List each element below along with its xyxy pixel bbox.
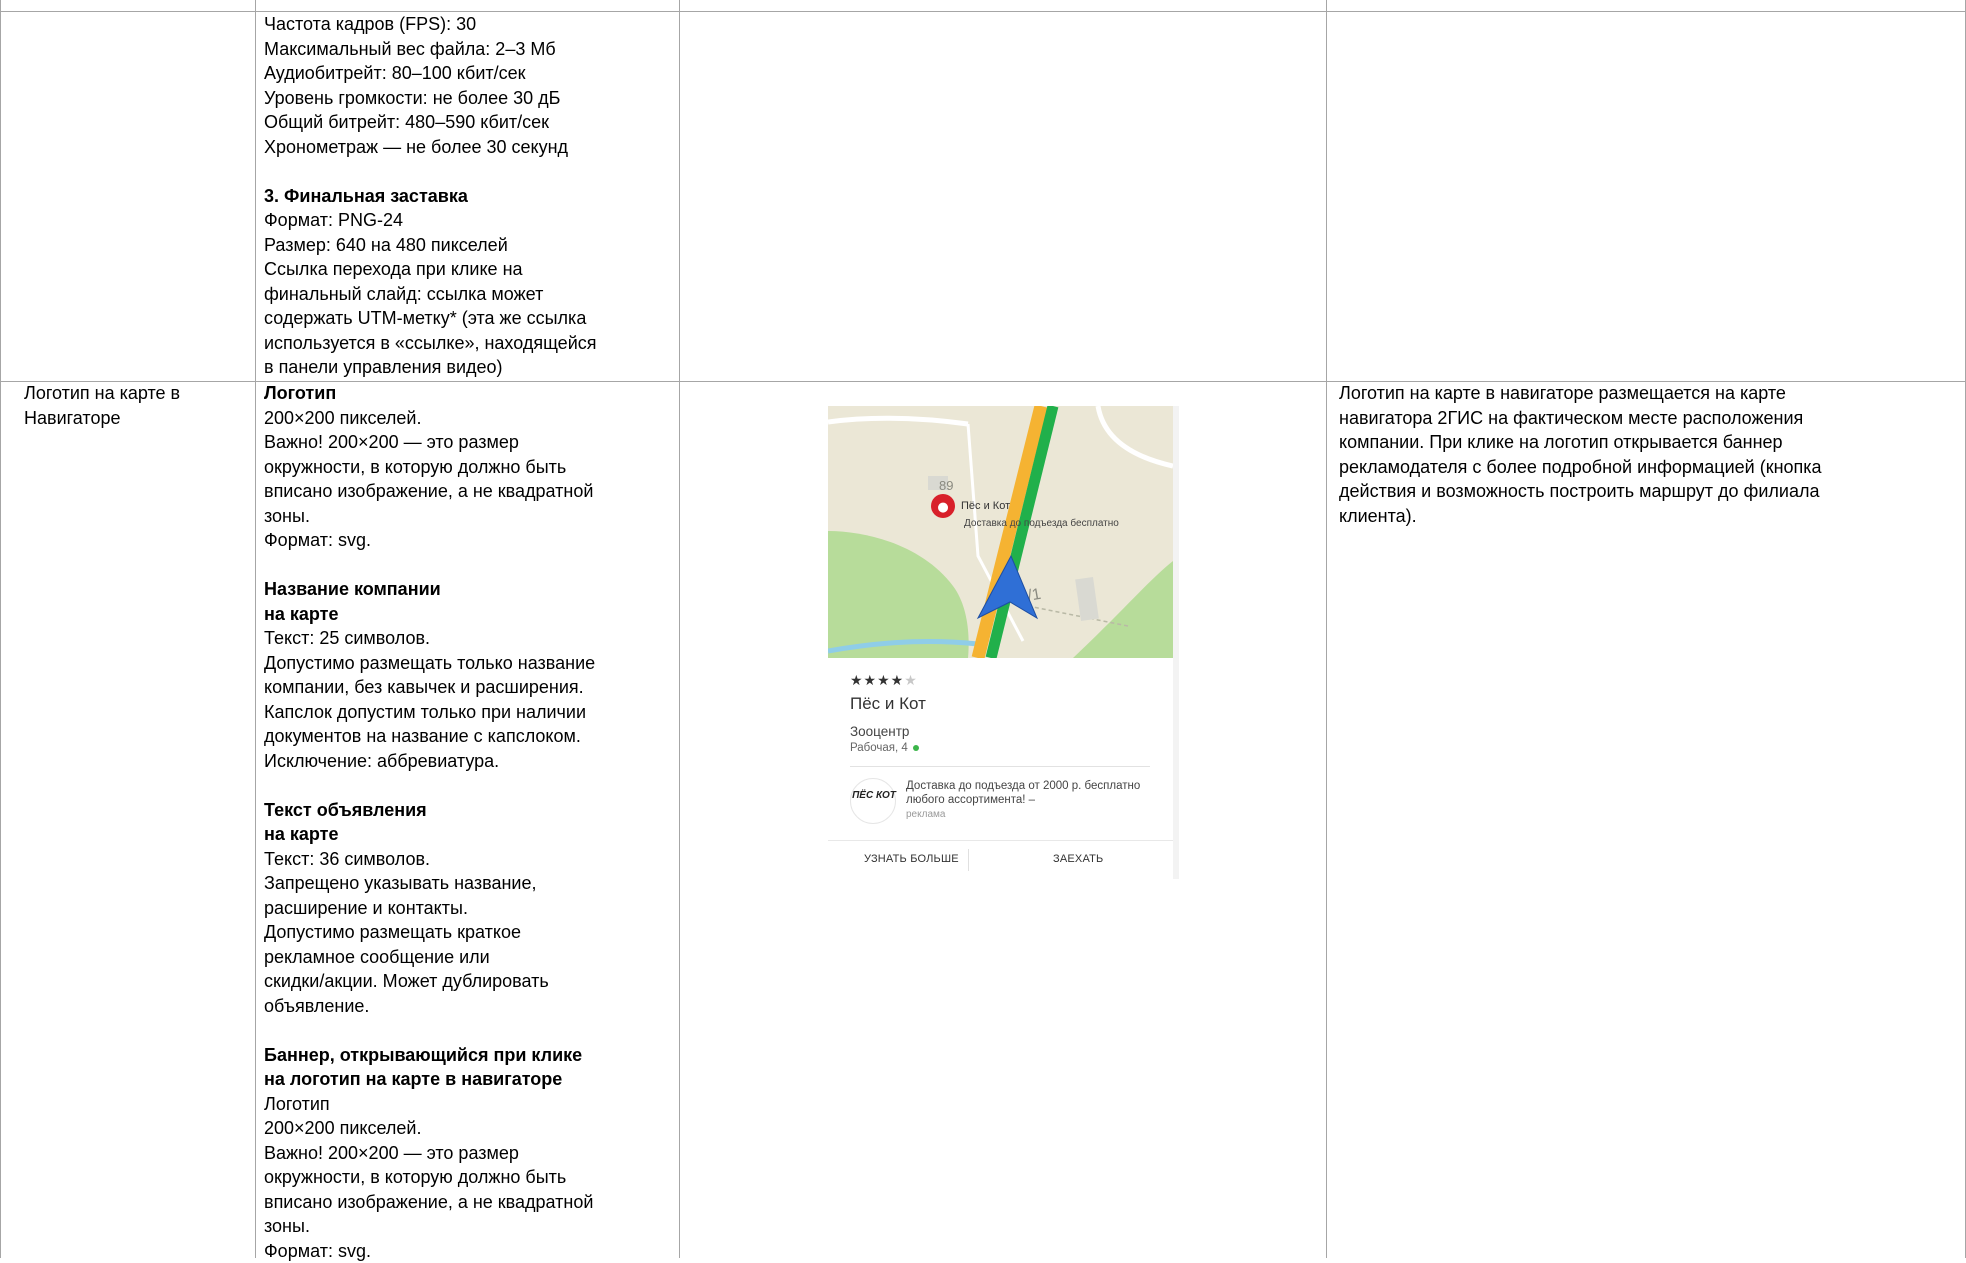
spec-line: Текст: 36 символов.	[264, 847, 674, 872]
spec-line: 200×200 пикселей.	[264, 1116, 674, 1141]
spec-line: Текст: 25 символов.	[264, 626, 674, 651]
spec-line: документов на название с капслоком.	[264, 724, 674, 749]
col-border-left	[0, 0, 1, 1258]
description-line: навигатора 2ГИС на фактическом месте рас…	[1339, 406, 1959, 431]
spec-line: 200×200 пикселей.	[264, 406, 674, 431]
description-line: рекламодателя с более подробной информац…	[1339, 455, 1959, 480]
spec-line: компании, без кавычек и расширения.	[264, 675, 674, 700]
row2-spec-cell: Логотип 200×200 пикселей. Важно! 200×200…	[264, 381, 674, 1263]
description-line: компании. При клике на логотип открывает…	[1339, 430, 1959, 455]
section-heading: на логотип на карте в навигаторе	[264, 1069, 562, 1089]
spec-line: Запрещено указывать название,	[264, 871, 674, 896]
spec-line: Формат: PNG-24	[264, 208, 674, 233]
spec-line: Уровень громкости: не более 30 дБ	[264, 86, 674, 111]
spec-line: в панели управления видео)	[264, 355, 674, 380]
company-address: Рабочая, 4	[850, 742, 919, 754]
divider	[850, 766, 1150, 767]
ad-text: Доставка до подъезда от 2000 р. бесплатн…	[906, 779, 1156, 807]
spec-line: Допустимо размещать только название	[264, 651, 674, 676]
section-heading: на карте	[264, 824, 339, 844]
row2-description-cell: Логотип на карте в навигаторе размещаетс…	[1339, 381, 1959, 528]
spec-line: Максимальный вес файла: 2–3 Мб	[264, 37, 674, 62]
section-heading: 3. Финальная заставка	[264, 186, 468, 206]
navigator-screenshot: 89 34/1 ● Пёс и Кот Доставка до подъезда…	[828, 406, 1179, 879]
visit-button[interactable]: ЗАЕХАТЬ	[1053, 853, 1103, 865]
spec-line: используется в «ссылке», находящейся	[264, 331, 674, 356]
section-heading: Название компании	[264, 579, 441, 599]
spec-line: Размер: 640 на 480 пикселей	[264, 233, 674, 258]
house-number: 89	[939, 478, 953, 493]
spec-line: зоны.	[264, 504, 674, 529]
spec-line: Допустимо размещать краткое	[264, 920, 674, 945]
spec-line: окружности, в которую должно быть	[264, 1165, 674, 1190]
section-heading: на карте	[264, 604, 339, 624]
company-name: Пёс и Кот	[850, 694, 926, 714]
company-category: Зооцентр	[850, 724, 909, 739]
spec-line: Формат: svg.	[264, 528, 674, 553]
rating-stars: ★★★★★	[850, 672, 918, 689]
divider	[968, 849, 969, 871]
company-banner-card: ★★★★★ Пёс и Кот Зооцентр Рабочая, 4 ПЁС …	[828, 658, 1173, 879]
spec-line: вписано изображение, а не квадратной	[264, 1190, 674, 1215]
product-name: Логотип на карте в	[24, 381, 252, 406]
col-border-2	[679, 0, 680, 1258]
col-border-3	[1326, 0, 1327, 1258]
open-status-dot-icon	[913, 745, 919, 751]
description-line: действия и возможность построить маршрут…	[1339, 479, 1959, 504]
card-actions: УЗНАТЬ БОЛЬШЕ ЗАЕХАТЬ	[828, 840, 1173, 879]
section-heading: Текст объявления	[264, 800, 427, 820]
spec-line: Важно! 200×200 — это размер	[264, 1141, 674, 1166]
description-line: Логотип на карте в навигаторе размещаетс…	[1339, 381, 1959, 406]
spec-line: скидки/акции. Может дублировать	[264, 969, 674, 994]
spec-line: Ссылка перехода при клике на	[264, 257, 674, 282]
spec-line: зоны.	[264, 1214, 674, 1239]
spec-line: Частота кадров (FPS): 30	[264, 12, 674, 37]
spec-line: окружности, в которую должно быть	[264, 455, 674, 480]
ad-tag: реклама	[906, 809, 945, 820]
paw-icon: ●	[937, 500, 948, 515]
pin-sublabel: Доставка до подъезда бесплатно	[964, 517, 1119, 529]
row1-spec-cell: Частота кадров (FPS): 30 Максимальный ве…	[264, 12, 674, 380]
description-line: клиента).	[1339, 504, 1959, 529]
spec-line: Капслок допустим только при наличии	[264, 700, 674, 725]
spec-line: Аудиобитрейт: 80–100 кбит/сек	[264, 61, 674, 86]
spec-line: Исключение: аббревиатура.	[264, 749, 674, 774]
company-logo: ПЁС КОТ	[850, 778, 896, 824]
row2-name-cell: Логотип на карте в Навигаторе	[24, 381, 252, 430]
spec-line: расширение и контакты.	[264, 896, 674, 921]
section-heading: Логотип	[264, 383, 336, 403]
spec-line: Важно! 200×200 — это размер	[264, 430, 674, 455]
learn-more-button[interactable]: УЗНАТЬ БОЛЬШЕ	[864, 853, 959, 865]
spec-line: Логотип	[264, 1092, 674, 1117]
spec-line: Формат: svg.	[264, 1239, 674, 1263]
spec-line: Общий битрейт: 480–590 кбит/сек	[264, 110, 674, 135]
spec-line: рекламное сообщение или	[264, 945, 674, 970]
col-border-1	[255, 0, 256, 1258]
spec-line: объявление.	[264, 994, 674, 1019]
navigator-map: 89 34/1 ● Пёс и Кот Доставка до подъезда…	[828, 406, 1173, 658]
spec-line: финальный слайд: ссылка может	[264, 282, 674, 307]
pin-label: Пёс и Кот	[961, 500, 1010, 512]
product-name: Навигаторе	[24, 406, 252, 431]
spec-line: содержать UTM-метку* (эта же ссылка	[264, 306, 674, 331]
spec-line: Хронометраж — не более 30 секунд	[264, 135, 674, 160]
spec-line: вписано изображение, а не квадратной	[264, 479, 674, 504]
section-heading: Баннер, открывающийся при клике	[264, 1045, 582, 1065]
